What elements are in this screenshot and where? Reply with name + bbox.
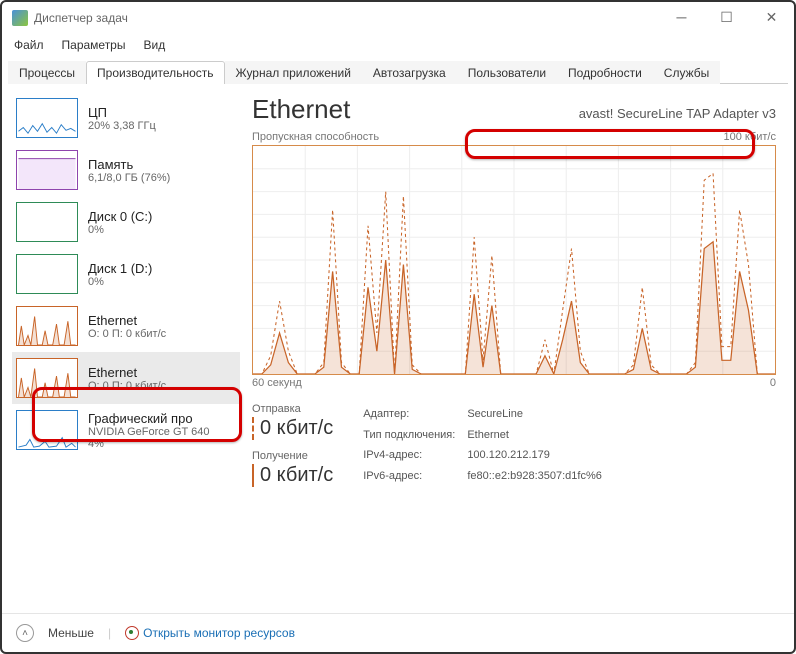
- tab-apphistory[interactable]: Журнал приложений: [225, 61, 362, 84]
- sidebar-item-memory[interactable]: Память6,1/8,0 ГБ (76%): [12, 144, 240, 196]
- eth2-label: Ethernet: [88, 365, 166, 380]
- memory-value: 6,1/8,0 ГБ (76%): [88, 172, 170, 184]
- tab-startup[interactable]: Автозагрузка: [362, 61, 457, 84]
- minimize-button[interactable]: ─: [659, 2, 704, 32]
- menu-options[interactable]: Параметры: [60, 36, 128, 54]
- eth1-value: О: 0 П: 0 кбит/с: [88, 328, 166, 340]
- prop-ipv6-k: IPv6-адрес:: [363, 467, 465, 486]
- disk1-value: 0%: [88, 276, 152, 288]
- throughput-chart[interactable]: [252, 145, 776, 375]
- app-icon: [12, 10, 28, 26]
- resource-monitor-icon: [125, 626, 139, 640]
- sidebar-item-disk0[interactable]: Диск 0 (C:)0%: [12, 196, 240, 248]
- recv-label: Получение: [252, 450, 333, 462]
- eth2-value: О: 0 П: 0 кбит/с: [88, 380, 166, 392]
- sidebar-item-disk1[interactable]: Диск 1 (D:)0%: [12, 248, 240, 300]
- recv-rate: 0 кбит/с: [252, 464, 333, 487]
- disk0-label: Диск 0 (C:): [88, 209, 152, 224]
- sidebar-item-cpu[interactable]: ЦП20% 3,38 ГГц: [12, 92, 240, 144]
- sidebar-item-ethernet-1[interactable]: EthernetО: 0 П: 0 кбит/с: [12, 300, 240, 352]
- close-button[interactable]: ✕: [749, 2, 794, 32]
- cpu-label: ЦП: [88, 105, 156, 120]
- tab-bar: Процессы Производительность Журнал прило…: [8, 60, 788, 84]
- main-panel: Ethernet avast! SecureLine TAP Adapter v…: [240, 84, 794, 582]
- menu-view[interactable]: Вид: [141, 36, 167, 54]
- sidebar-item-gpu[interactable]: Графический проNVIDIA GeForce GT 6404%: [12, 404, 240, 456]
- prop-ipv4-v: 100.120.212.179: [467, 446, 612, 465]
- maximize-button[interactable]: ☐: [704, 2, 749, 32]
- prop-conn-k: Тип подключения:: [363, 426, 465, 445]
- prop-adapter-k: Адаптер:: [363, 405, 465, 424]
- memory-thumb: [16, 150, 78, 190]
- tab-processes[interactable]: Процессы: [8, 61, 86, 84]
- less-button[interactable]: Меньше: [48, 626, 94, 640]
- prop-ipv4-k: IPv4-адрес:: [363, 446, 465, 465]
- eth1-label: Ethernet: [88, 313, 166, 328]
- connection-properties: Адаптер:SecureLine Тип подключения:Ether…: [361, 403, 614, 487]
- open-resource-monitor-link[interactable]: Открыть монитор ресурсов: [125, 626, 295, 640]
- disk1-label: Диск 1 (D:): [88, 261, 152, 276]
- resource-monitor-label: Открыть монитор ресурсов: [143, 626, 295, 640]
- prop-conn-v: Ethernet: [467, 426, 612, 445]
- adapter-name: avast! SecureLine TAP Adapter v3: [579, 106, 776, 121]
- gpu-value2: 4%: [88, 438, 209, 450]
- gpu-value: NVIDIA GeForce GT 640: [88, 426, 209, 438]
- gpu-label: Графический про: [88, 411, 209, 426]
- send-rate: 0 кбит/с: [252, 417, 333, 440]
- chart-label-right: 100 кбит/с: [723, 131, 776, 143]
- memory-label: Память: [88, 157, 170, 172]
- chart-bottom-right: 0: [770, 377, 776, 389]
- eth2-thumb: [16, 358, 78, 398]
- collapse-icon[interactable]: ˄: [16, 624, 34, 642]
- tab-details[interactable]: Подробности: [557, 61, 653, 84]
- sidebar-item-ethernet-2[interactable]: EthernetО: 0 П: 0 кбит/с: [12, 352, 240, 404]
- gpu-thumb: [16, 410, 78, 450]
- cpu-value: 20% 3,38 ГГц: [88, 120, 156, 132]
- send-label: Отправка: [252, 403, 333, 415]
- disk0-thumb: [16, 202, 78, 242]
- disk0-value: 0%: [88, 224, 152, 236]
- eth1-thumb: [16, 306, 78, 346]
- window-title: Диспетчер задач: [34, 11, 128, 25]
- disk1-thumb: [16, 254, 78, 294]
- prop-ipv6-v: fe80::e2:b928:3507:d1fc%6: [467, 467, 612, 486]
- tab-users[interactable]: Пользователи: [457, 61, 557, 84]
- menu-bar: Файл Параметры Вид: [2, 34, 794, 56]
- sidebar: ЦП20% 3,38 ГГц Память6,1/8,0 ГБ (76%) Ди…: [2, 84, 240, 582]
- tab-services[interactable]: Службы: [653, 61, 720, 84]
- chart-label-left: Пропускная способность: [252, 131, 379, 143]
- prop-adapter-v: SecureLine: [467, 405, 612, 424]
- menu-file[interactable]: Файл: [12, 36, 46, 54]
- cpu-thumb: [16, 98, 78, 138]
- tab-performance[interactable]: Производительность: [86, 61, 224, 84]
- chart-bottom-left: 60 секунд: [252, 377, 302, 389]
- page-title: Ethernet: [252, 94, 350, 125]
